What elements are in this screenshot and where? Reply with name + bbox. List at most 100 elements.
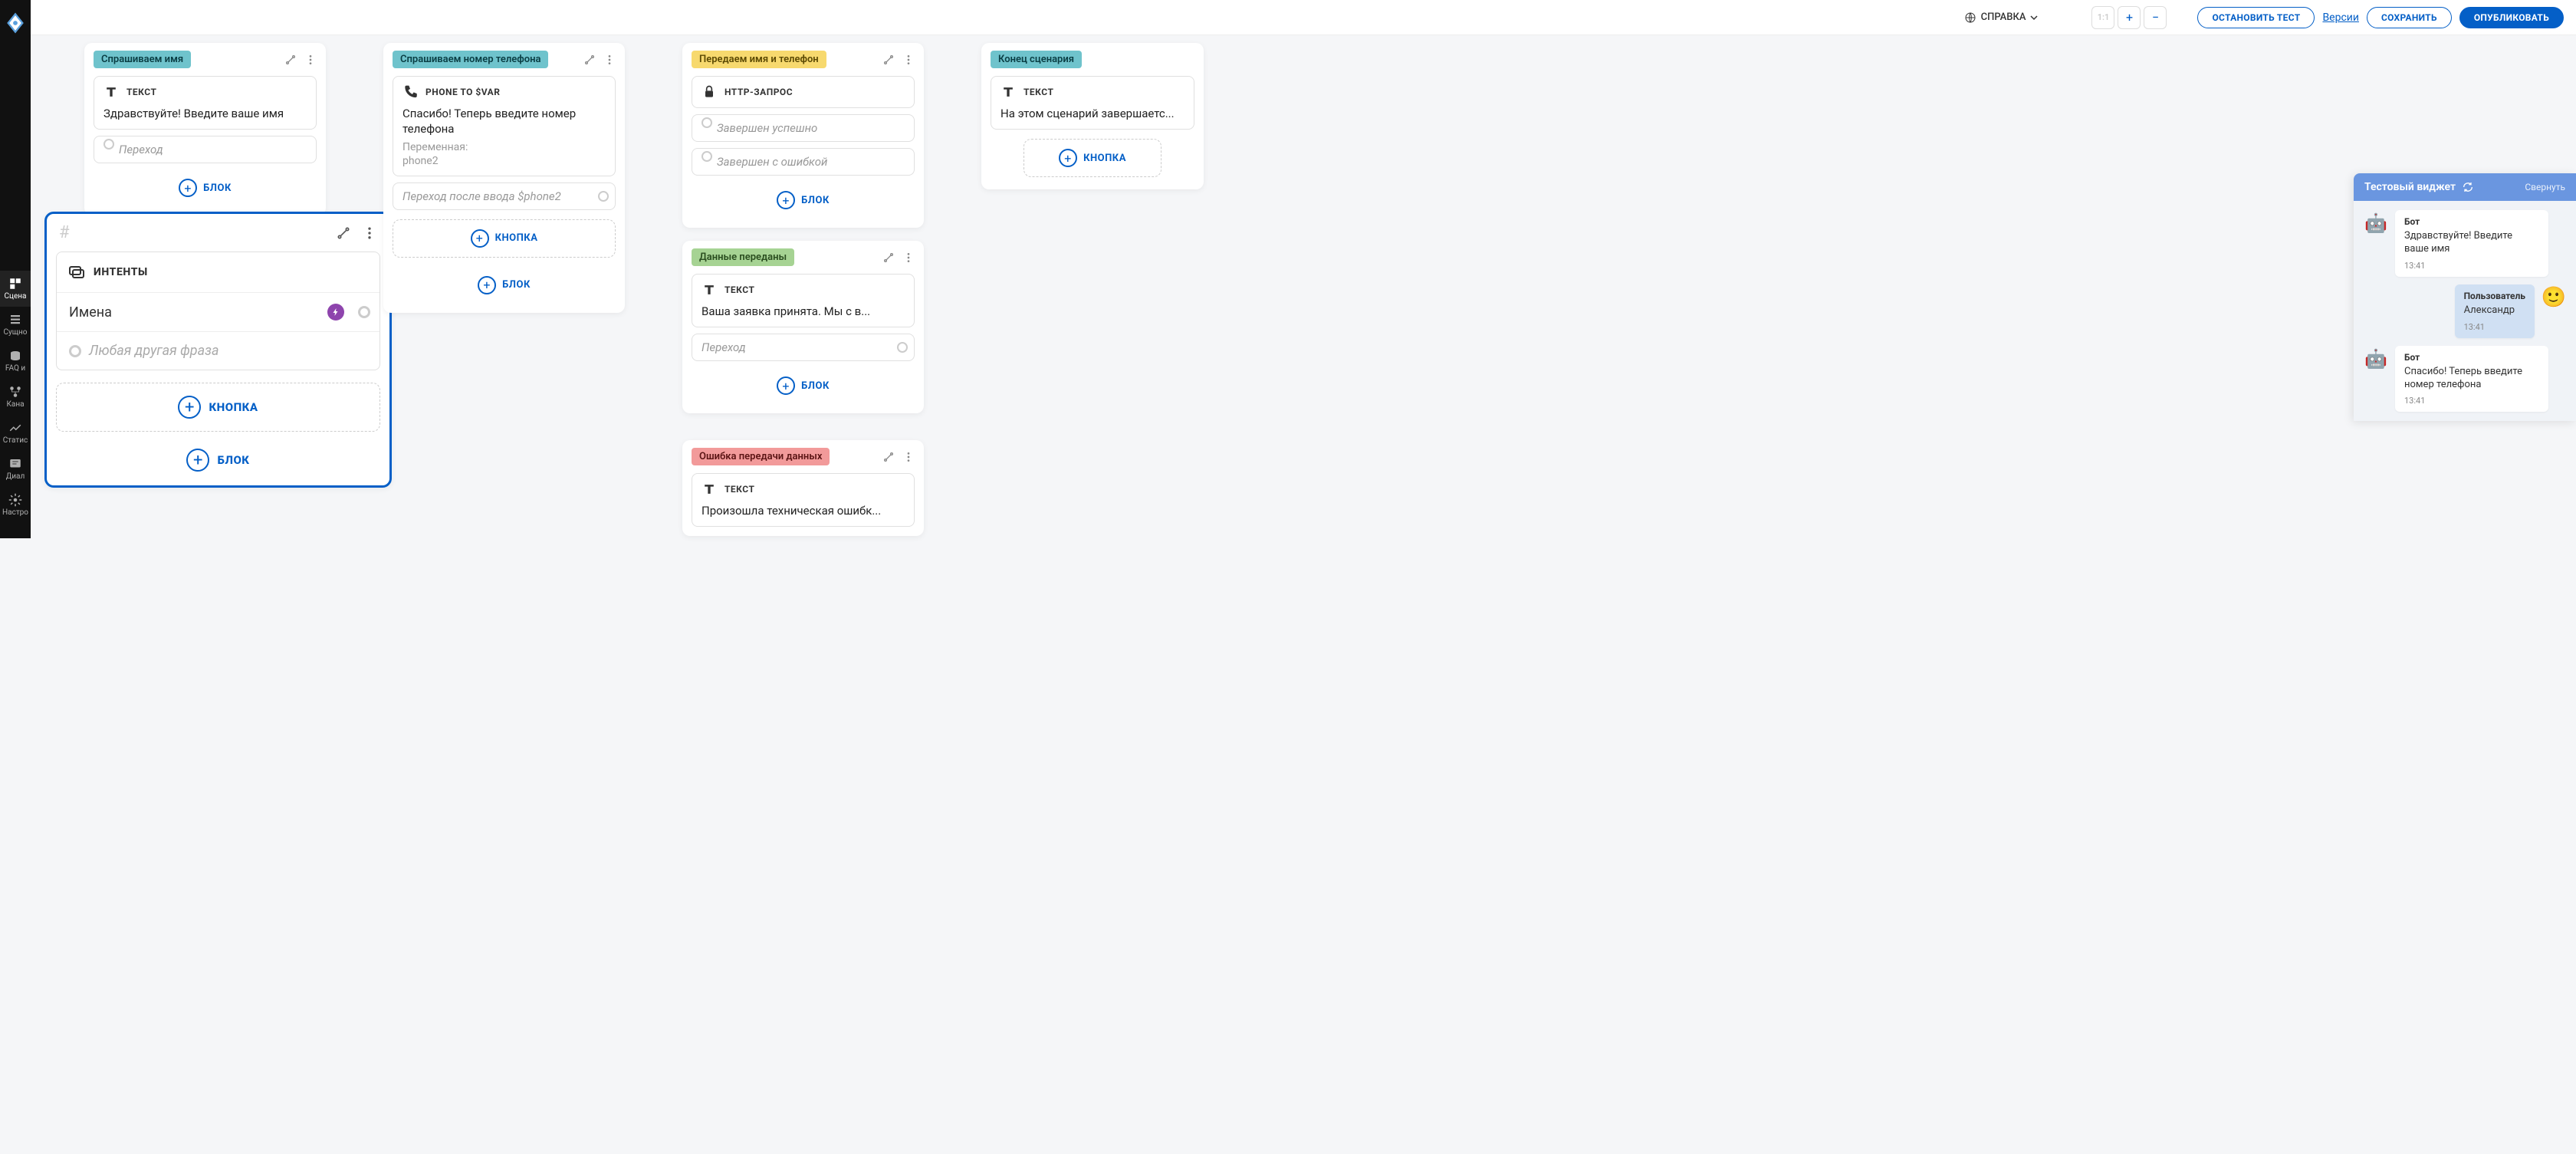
connect-icon[interactable] xyxy=(336,225,351,241)
nav-faq[interactable]: FAQ и xyxy=(0,343,31,379)
http-block[interactable]: HTTP-ЗАПРОС xyxy=(692,76,915,108)
channels-icon xyxy=(8,385,22,399)
phone-icon xyxy=(402,84,418,100)
card-error[interactable]: Ошибка передачи данных ТЕКСТ Произошла т… xyxy=(682,440,924,536)
more-icon[interactable] xyxy=(603,54,616,66)
plus-icon: + xyxy=(179,179,197,197)
versions-link[interactable]: Версии xyxy=(2322,12,2359,24)
card-tag: Конец сценария xyxy=(991,51,1082,68)
help-label: СПРАВКА xyxy=(1981,12,2026,23)
nav-label: Статис xyxy=(3,436,28,445)
card-end[interactable]: Конец сценария ТЕКСТ На этом сценарий за… xyxy=(981,43,1204,189)
text-icon xyxy=(702,482,717,497)
message-bot: 🤖 Бот Здравствуйте! Введите ваше имя 13:… xyxy=(2363,210,2567,277)
bot-avatar-icon: 🤖 xyxy=(2363,210,2389,236)
text-block[interactable]: ТЕКСТ На этом сценарий завершаетс... xyxy=(991,76,1194,130)
more-icon[interactable] xyxy=(304,54,317,66)
refresh-icon[interactable] xyxy=(2462,181,2474,193)
add-block-button[interactable]: + БЛОК xyxy=(692,182,915,219)
card-tag: Передаем имя и телефон xyxy=(692,51,826,68)
intents-block: ИНТЕНТЫ Имена Любая другая фраза xyxy=(56,252,380,370)
connect-icon[interactable] xyxy=(882,252,895,264)
bot-avatar-icon: 🤖 xyxy=(2363,346,2389,372)
plus-icon: + xyxy=(777,376,795,395)
plus-icon: + xyxy=(777,191,795,209)
more-icon[interactable] xyxy=(902,54,915,66)
nav-dialogs[interactable]: Диал xyxy=(0,451,31,487)
text-icon xyxy=(1001,84,1016,100)
widget-title: Тестовый виджет xyxy=(2364,181,2456,193)
card-ask-phone[interactable]: Спрашиваем номер телефона PHONE TO $VAR … xyxy=(383,43,625,313)
text-icon xyxy=(702,282,717,298)
message-bot: 🤖 Бот Спасибо! Теперь введите номер теле… xyxy=(2363,346,2567,413)
empty-intent-row[interactable]: Любая другая фраза xyxy=(57,332,380,370)
nav-label: Кана xyxy=(6,400,24,409)
nav-entities[interactable]: Сущно xyxy=(0,307,31,343)
add-button-button[interactable]: + КНОПКА xyxy=(1024,139,1162,177)
message-list: 🤖 Бот Здравствуйте! Введите ваше имя 13:… xyxy=(2354,201,2576,421)
add-block-button[interactable]: + БЛОК xyxy=(393,267,616,304)
zoom-in-button[interactable]: + xyxy=(2118,6,2141,29)
nav-settings[interactable]: Настро xyxy=(0,487,31,523)
more-icon[interactable] xyxy=(902,451,915,463)
transition-slot[interactable]: Переход xyxy=(94,136,317,163)
stop-test-button[interactable]: ОСТАНОВИТЬ ТЕСТ xyxy=(2197,7,2315,28)
stats-icon xyxy=(8,421,22,435)
more-icon[interactable] xyxy=(362,225,377,241)
hash-icon: # xyxy=(59,223,70,242)
chevron-down-icon xyxy=(2030,14,2038,21)
intent-row[interactable]: Имена xyxy=(57,293,380,332)
user-avatar-icon: 🙂 xyxy=(2541,284,2567,311)
plus-icon: + xyxy=(471,229,489,248)
connect-icon[interactable] xyxy=(882,54,895,66)
text-block[interactable]: ТЕКСТ Произошла техническая ошибк... xyxy=(692,473,915,527)
message-user: Пользователь Александр 13:41 🙂 xyxy=(2363,284,2567,338)
more-icon[interactable] xyxy=(902,252,915,264)
port-icon xyxy=(897,342,908,353)
nav-scenario[interactable]: Сцена xyxy=(0,271,31,307)
connect-icon[interactable] xyxy=(882,451,895,463)
transition-slot[interactable]: Переход после ввода $phone2 xyxy=(393,182,616,210)
port-icon xyxy=(598,191,609,202)
transition-slot[interactable]: Переход xyxy=(692,334,915,361)
text-block[interactable]: ТЕКСТ Здравствуйте! Введите ваше имя xyxy=(94,76,317,130)
text-icon xyxy=(104,84,119,100)
nav-label: Настро xyxy=(2,508,28,517)
connect-icon[interactable] xyxy=(583,54,596,66)
add-button-button[interactable]: + КНОПКА xyxy=(56,383,380,432)
settings-icon xyxy=(8,493,22,507)
port-icon xyxy=(104,139,114,150)
error-slot[interactable]: Завершен с ошибкой xyxy=(692,148,915,176)
topbar: СПРАВКА 1:1 + − ОСТАНОВИТЬ ТЕСТ Версии С… xyxy=(31,0,2576,35)
add-block-button[interactable]: + БЛОК xyxy=(47,435,389,485)
text-block[interactable]: ТЕКСТ Ваша заявка принята. Мы с в... xyxy=(692,274,915,327)
collapse-button[interactable]: Свернуть xyxy=(2525,182,2565,192)
save-button[interactable]: СОХРАНИТЬ xyxy=(2367,7,2452,28)
port-icon xyxy=(69,345,81,357)
add-block-button[interactable]: + БЛОК xyxy=(94,169,317,206)
entities-icon xyxy=(8,313,22,327)
add-block-button[interactable]: + БЛОК xyxy=(692,367,915,404)
nav-label: Диал xyxy=(6,472,25,481)
help-dropdown[interactable]: СПРАВКА xyxy=(1957,7,2046,28)
port-icon[interactable] xyxy=(358,306,370,318)
nav-stats[interactable]: Статис xyxy=(0,415,31,451)
scenario-icon xyxy=(8,277,22,291)
card-data-sent[interactable]: Данные переданы ТЕКСТ Ваша заявка принят… xyxy=(682,241,924,413)
zoom-ratio-button[interactable]: 1:1 xyxy=(2091,6,2114,29)
card-intents-selected[interactable]: # ИНТЕНТЫ Имена Любая другая фраза xyxy=(44,212,392,488)
card-ask-name[interactable]: Спрашиваем имя ТЕКСТ Здравствуйте! Введи… xyxy=(84,43,326,215)
publish-button[interactable]: ОПУБЛИКОВАТЬ xyxy=(2459,7,2564,28)
card-tag: Ошибка передачи данных xyxy=(692,448,830,465)
canvas[interactable]: Спрашиваем имя ТЕКСТ Здравствуйте! Введи… xyxy=(31,35,2576,1154)
logo[interactable] xyxy=(0,8,31,38)
port-icon xyxy=(702,117,712,128)
card-tag: Спрашиваем номер телефона xyxy=(393,51,548,68)
connect-icon[interactable] xyxy=(284,54,297,66)
success-slot[interactable]: Завершен успешно xyxy=(692,114,915,142)
phone-block[interactable]: PHONE TO $VAR Спасибо! Теперь введите но… xyxy=(393,76,616,176)
card-send-data[interactable]: Передаем имя и телефон HTTP-ЗАПРОС Завер… xyxy=(682,43,924,228)
nav-channels[interactable]: Кана xyxy=(0,379,31,415)
add-button-button[interactable]: + КНОПКА xyxy=(393,219,616,258)
zoom-out-button[interactable]: − xyxy=(2144,6,2167,29)
